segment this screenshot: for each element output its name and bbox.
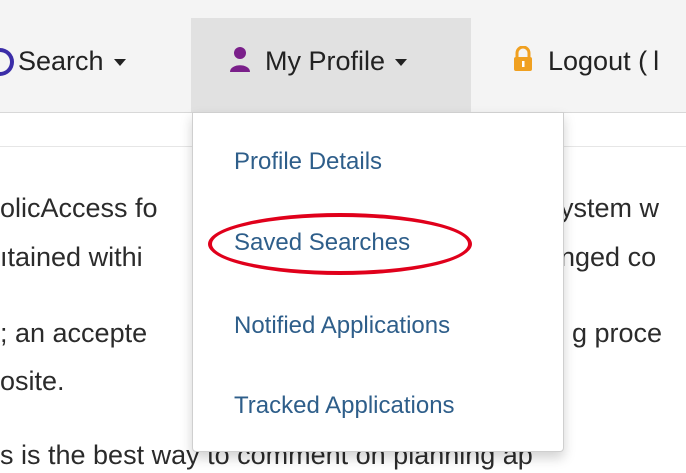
nav-logout-label: Logout ( (548, 46, 648, 76)
nav-logout-trailing: l (653, 46, 660, 76)
menu-item-notified-applications[interactable]: Notified Applications (234, 312, 450, 340)
menu-item-profile-details[interactable]: Profile Details (234, 148, 382, 176)
body-text-line-4: osite. (0, 366, 65, 396)
nav-search-menu[interactable]: Search (0, 18, 190, 112)
body-text-line-1b: ystem w (560, 193, 660, 223)
menu-item-saved-searches[interactable]: Saved Searches (234, 229, 410, 257)
menu-item-tracked-applications[interactable]: Tracked Applications (234, 392, 455, 420)
chevron-down-icon (395, 59, 408, 66)
page: Search My Profile Logout ( l olicAccess … (0, 0, 686, 473)
nav-my-profile-menu[interactable]: My Profile (191, 18, 471, 112)
chevron-down-icon (113, 59, 126, 66)
nav-logout-link[interactable]: Logout ( l (486, 18, 686, 112)
nav-search-label: Search (18, 46, 104, 76)
body-text-line-2a: ıtained withi (0, 242, 143, 272)
body-text-line-2b: nged co (560, 242, 657, 272)
search-icon (0, 46, 14, 76)
body-text-line-3b: g proce (572, 318, 663, 348)
nav-profile-label: My Profile (265, 46, 386, 76)
body-text-line-3a: ; an accepte (0, 318, 148, 348)
body-text-line-1a: olicAccess fo (0, 193, 158, 223)
user-icon (230, 47, 250, 72)
lock-icon (514, 46, 532, 71)
